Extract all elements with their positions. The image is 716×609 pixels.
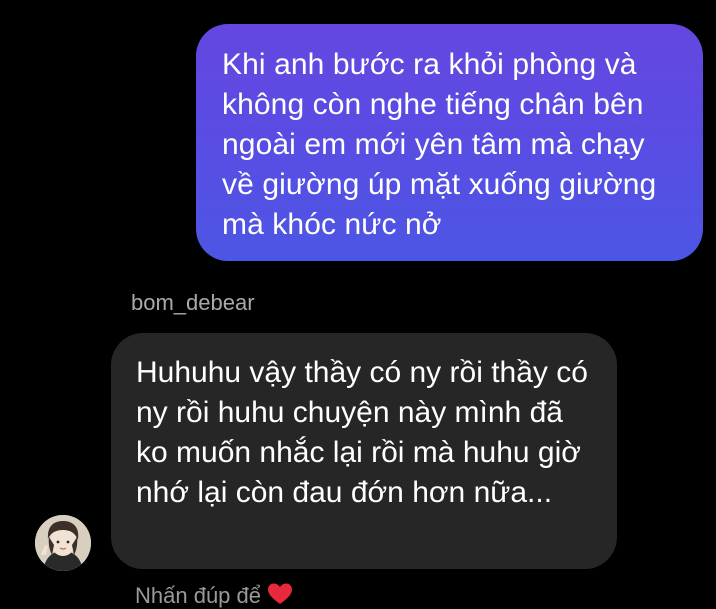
outgoing-message-bubble[interactable]: Khi anh bước ra khỏi phòng và không còn …: [196, 24, 703, 261]
incoming-message-bubble[interactable]: Huhuhu vậy thầy có ny rồi thầy có ny rồi…: [111, 333, 617, 569]
outgoing-message-text: Khi anh bước ra khỏi phòng và không còn …: [222, 48, 657, 241]
incoming-message-text: Huhuhu vậy thầy có ny rồi thầy có ny rồi…: [136, 356, 588, 509]
double-tap-hint-text: Nhấn đúp để: [135, 583, 261, 608]
double-tap-hint: Nhấn đúp để: [135, 582, 293, 609]
chat-thread: Khi anh bước ra khỏi phòng và không còn …: [0, 0, 716, 608]
sender-avatar[interactable]: [35, 515, 91, 571]
avatar-photo-icon: [35, 515, 91, 571]
sender-username: bom_debear: [131, 290, 255, 315]
heart-icon[interactable]: [267, 582, 293, 606]
